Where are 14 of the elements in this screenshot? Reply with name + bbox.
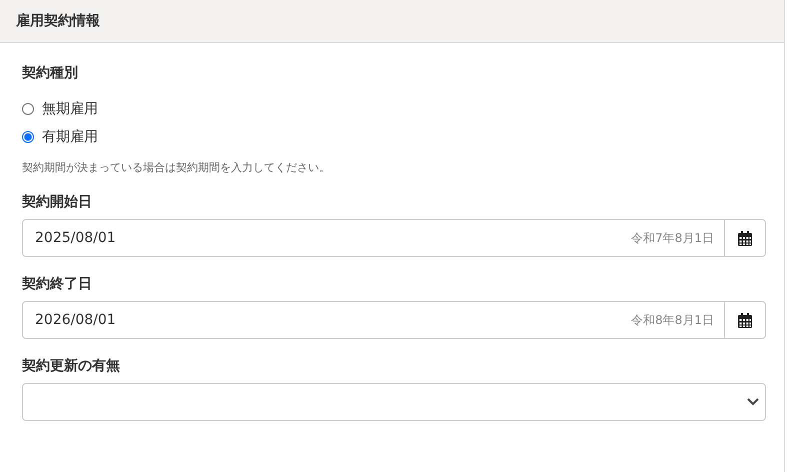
section-title: 雇用契約情報 — [16, 12, 100, 30]
field-label: 契約開始日 — [22, 193, 93, 211]
radio-option[interactable]: 無期雇用 — [22, 100, 764, 118]
hint-text: 契約期間が決まっている場合は契約期間を入力してください。 — [22, 160, 331, 175]
chevron-down-icon — [747, 398, 759, 406]
radio-button[interactable] — [22, 103, 34, 115]
radio-button[interactable] — [22, 131, 34, 143]
radio-label: 無期雇用 — [42, 100, 98, 118]
field-label: 契約更新の有無 — [22, 357, 121, 375]
field-label: 契約種別 — [22, 64, 79, 82]
select-field[interactable] — [22, 383, 766, 421]
radio-label: 有期雇用 — [42, 128, 98, 146]
radio-option[interactable]: 有期雇用 — [22, 128, 764, 146]
field-label: 契約終了日 — [22, 275, 93, 293]
